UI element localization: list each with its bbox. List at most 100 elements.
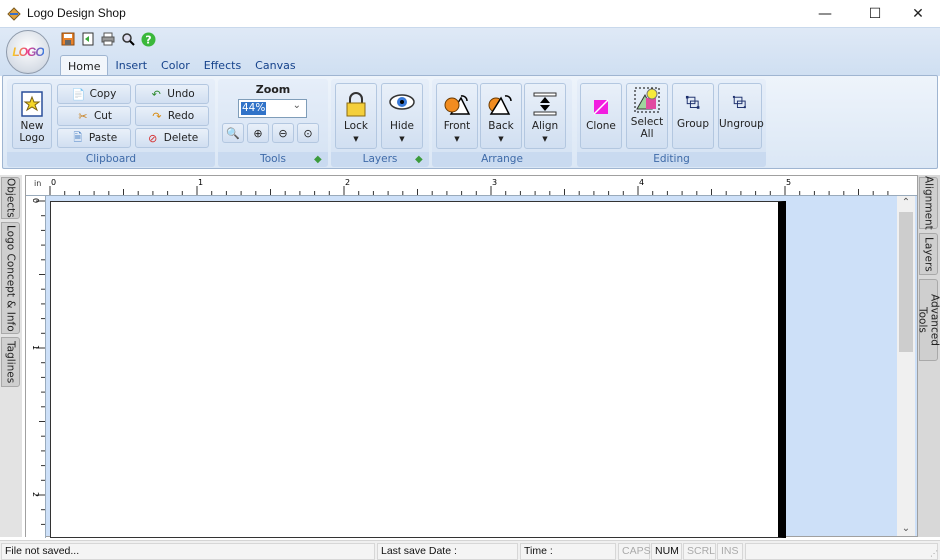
select-all-button[interactable]: Select All [626,83,668,149]
print-preview-button[interactable] [120,31,136,47]
redo-button[interactable]: ↷ Redo [135,106,209,126]
lock-icon [346,92,366,117]
maximize-icon: ☐ [868,6,882,22]
align-button[interactable]: Align ▼ [524,83,566,149]
group-icon [685,95,700,109]
ruler-label: 3 [492,178,497,187]
zoom-value: 44% [241,102,267,115]
zoom-actual-icon: ⊙ [303,126,313,140]
resize-grip-icon[interactable]: ⋰ [930,549,938,558]
delete-label: Delete [163,132,199,144]
back-dropdown-icon: ▼ [498,135,504,143]
status-extra [745,543,938,560]
save-button[interactable] [60,31,76,47]
copy-icon: 📄 [71,87,86,101]
svg-text:?: ? [145,33,151,46]
tab-logo-concept-info[interactable]: Logo Concept & Info [1,222,20,334]
export-button[interactable] [80,31,96,47]
num-indicator: NUM [651,543,682,560]
paste-label: Paste [88,132,118,144]
tools-group-label: Tools [218,152,328,167]
tab-taglines[interactable]: Taglines [1,337,20,387]
delete-button[interactable]: ⊘ Delete [135,128,209,148]
redo-icon: ↷ [152,109,162,123]
ins-indicator: INS [717,543,743,560]
tab-advanced-tools[interactable]: Advanced Tools [917,279,940,361]
editing-group-label: Editing [577,152,766,167]
select-all-icon [634,87,660,113]
title-bar: Logo Design Shop — ☐ ✕ [0,0,940,28]
ungroup-label: Ungroup [719,118,764,130]
zoom-in-button[interactable]: ⊕ [247,123,269,143]
tab-layers[interactable]: Layers [919,233,938,275]
clone-icon [593,99,609,115]
zoom-select[interactable]: 44% ⌄ [238,99,307,118]
tab-effects[interactable]: Effects [197,55,248,76]
lock-dropdown-icon: ▼ [353,135,359,143]
zoom-fit-button[interactable]: 🔍 [222,123,244,143]
scrl-indicator: SCRL [683,543,716,560]
last-save-date: Last save Date : [377,543,518,560]
copy-label: Copy [89,88,117,100]
export-icon [82,32,94,46]
zoom-out-button[interactable]: ⊖ [272,123,294,143]
logo-page[interactable] [50,201,784,538]
tab-alignment[interactable]: Alignment [919,176,938,230]
quick-access-toolbar: ? [60,31,156,47]
hide-label: Hide [390,120,414,132]
clipboard-group: New Logo 📄 Copy ✂ Cut 🗎 Paste ↶ Undo ↷ Redo ⊘… [7,79,215,167]
chevron-down-icon: ⌄ [292,100,301,111]
tab-objects[interactable]: Objects [1,177,20,219]
tools-launcher-icon[interactable]: ◆ [314,154,325,165]
close-button[interactable]: ✕ [895,0,940,28]
ruler-label: 1 [31,345,40,350]
vertical-scrollbar[interactable]: ⌃ ⌄ [897,196,915,536]
design-canvas-area[interactable]: in 012345 012 ⌃ ⌄ [25,175,918,538]
app-menu-button[interactable]: LOGO [6,30,50,74]
front-dropdown-icon: ▼ [454,135,460,143]
ruler-label: 1 [198,178,203,187]
status-bar: File not saved... Last save Date : Time … [0,540,940,560]
clone-button[interactable]: Clone [580,83,622,149]
hide-button[interactable]: Hide ▼ [381,83,423,149]
ruler-label: 4 [639,178,644,187]
new-logo-button[interactable]: New Logo [12,83,52,149]
tab-color[interactable]: Color [154,55,197,76]
undo-button[interactable]: ↶ Undo [135,84,209,104]
tab-insert[interactable]: Insert [108,55,154,76]
print-icon [101,32,115,46]
scissors-icon: ✂ [78,109,88,123]
paste-button[interactable]: 🗎 Paste [57,128,131,148]
horizontal-ruler-ticks: 0 1 2 3 4 5 [49,178,889,195]
front-button[interactable]: Front ▼ [436,83,478,149]
scroll-up-icon[interactable]: ⌃ [897,196,915,210]
help-icon: ? [141,32,155,46]
copy-button[interactable]: 📄 Copy [57,84,131,104]
zoom-actual-button[interactable]: ⊙ [297,123,319,143]
zoom-in-icon: ⊕ [253,126,263,140]
maximize-button[interactable]: ☐ [852,0,898,28]
zoom-title: Zoom [255,83,291,96]
tab-canvas[interactable]: Canvas [248,55,302,76]
left-panel-tabs: Objects Logo Concept & Info Taglines [0,175,22,537]
paste-icon: 🗎 [73,130,83,144]
minimize-button[interactable]: — [802,0,848,28]
eye-icon [389,94,415,110]
scrollbar-thumb[interactable] [899,212,913,352]
lock-button[interactable]: Lock ▼ [335,83,377,149]
zoom-fit-icon: 🔍 [226,126,240,140]
help-button[interactable]: ? [140,31,156,47]
undo-label: Undo [167,88,195,100]
clipboard-group-label: Clipboard [7,152,215,167]
group-button[interactable]: Group [672,83,714,149]
tab-home[interactable]: Home [60,55,109,76]
tools-group: Zoom 44% ⌄ 🔍 ⊕ ⊖ ⊙ Tools ◆ [218,79,328,167]
ruler-label: 5 [786,178,791,187]
ungroup-button[interactable]: Ungroup [718,83,764,149]
print-button[interactable] [100,31,116,47]
layers-launcher-icon[interactable]: ◆ [415,154,426,165]
ruler-label: 2 [345,178,350,187]
cut-button[interactable]: ✂ Cut [57,106,131,126]
back-button[interactable]: Back ▼ [480,83,522,149]
scroll-down-icon[interactable]: ⌄ [897,522,915,536]
